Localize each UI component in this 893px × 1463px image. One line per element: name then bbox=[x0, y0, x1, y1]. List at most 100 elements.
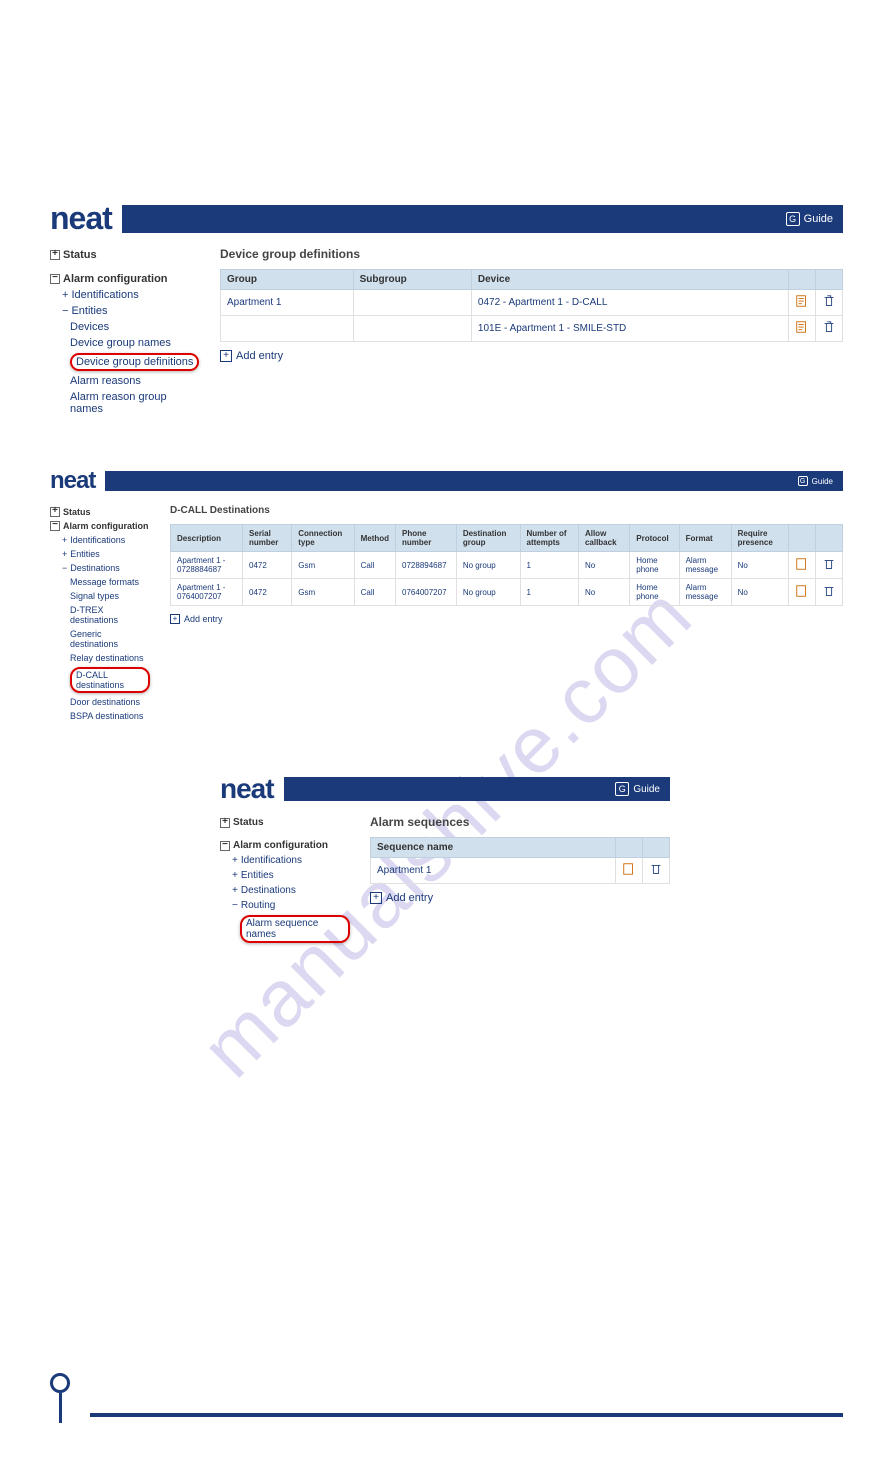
cell-allow-cb[interactable]: No bbox=[578, 552, 629, 579]
main-content: D-CALL Destinations Description Serial n… bbox=[170, 505, 843, 723]
cell-subgroup bbox=[353, 316, 471, 342]
cell-attempts[interactable]: 1 bbox=[520, 552, 578, 579]
trash-icon[interactable] bbox=[822, 294, 836, 308]
cell-allow-cb[interactable]: No bbox=[578, 579, 629, 606]
header-bar: G Guide bbox=[105, 471, 843, 491]
cell-device[interactable]: 0472 - Apartment 1 - D-CALL bbox=[471, 290, 788, 316]
nav-devices[interactable]: Devices bbox=[50, 319, 200, 335]
cell-dest-group[interactable]: No group bbox=[456, 552, 520, 579]
trash-icon[interactable] bbox=[822, 557, 836, 571]
nav-alarm-sequence-names[interactable]: Alarm sequence names bbox=[220, 913, 350, 945]
nav-message-formats[interactable]: Message formats bbox=[50, 575, 150, 589]
nav-relay-destinations[interactable]: Relay destinations bbox=[50, 651, 150, 665]
col-format: Format bbox=[679, 525, 731, 552]
nav-identifications[interactable]: + Identifications bbox=[50, 533, 150, 547]
cell-format[interactable]: Alarm message bbox=[679, 552, 731, 579]
cell-phone[interactable]: 0764007207 bbox=[396, 579, 457, 606]
nav-status[interactable]: +Status bbox=[50, 247, 200, 263]
nav-alarm-configuration[interactable]: −Alarm configuration bbox=[50, 271, 200, 287]
cell-dest-group[interactable]: No group bbox=[456, 579, 520, 606]
header-bar: G Guide bbox=[122, 205, 843, 233]
plus-icon: + bbox=[62, 289, 68, 301]
edit-icon[interactable] bbox=[795, 557, 809, 571]
nav-status[interactable]: +Status bbox=[220, 815, 350, 830]
nav-identifications[interactable]: + Identifications bbox=[220, 853, 350, 868]
nav-dtrex-destinations[interactable]: D-TREX destinations bbox=[50, 603, 150, 627]
cell-attempts[interactable]: 1 bbox=[520, 579, 578, 606]
sidebar: +Status −Alarm configuration + Identific… bbox=[220, 815, 350, 945]
collapse-icon: − bbox=[220, 841, 230, 851]
nav-status[interactable]: +Status bbox=[50, 505, 150, 519]
nav-routing[interactable]: − Routing bbox=[220, 898, 350, 913]
col-attempts: Number of attempts bbox=[520, 525, 578, 552]
nav-alarm-reasons[interactable]: Alarm reasons bbox=[50, 373, 200, 389]
nav-door-destinations[interactable]: Door destinations bbox=[50, 695, 150, 709]
guide-button[interactable]: G Guide bbox=[615, 782, 660, 796]
cell-conn-type[interactable]: Gsm bbox=[292, 552, 354, 579]
highlight-annotation: Alarm sequence names bbox=[240, 915, 350, 943]
col-allow-cb: Allow callback bbox=[578, 525, 629, 552]
cell-require[interactable]: No bbox=[731, 579, 788, 606]
col-subgroup: Subgroup bbox=[353, 270, 471, 290]
col-delete bbox=[643, 838, 670, 858]
cell-require[interactable]: No bbox=[731, 552, 788, 579]
guide-button[interactable]: G Guide bbox=[786, 212, 833, 226]
cell-serial[interactable]: 0472 bbox=[243, 579, 292, 606]
trash-icon[interactable] bbox=[822, 320, 836, 334]
nav-dcall-destinations[interactable]: D-CALL destinations bbox=[50, 665, 150, 695]
nav-destinations[interactable]: − Destinations bbox=[50, 561, 150, 575]
section-dcall-destinations: neat G Guide +Status −Alarm configuratio… bbox=[0, 467, 893, 723]
col-group: Group bbox=[221, 270, 354, 290]
cell-description[interactable]: Apartment 1 - 0728884687 bbox=[171, 552, 243, 579]
nav-bspa-destinations[interactable]: BSPA destinations bbox=[50, 709, 150, 723]
add-entry-label: Add entry bbox=[184, 614, 223, 624]
nav-alarm-reason-groups[interactable]: Alarm reason group names bbox=[50, 389, 200, 417]
cell-serial[interactable]: 0472 bbox=[243, 552, 292, 579]
cell-sequence-name[interactable]: Apartment 1 bbox=[371, 858, 616, 884]
cell-method[interactable]: Call bbox=[354, 552, 395, 579]
col-require: Require presence bbox=[731, 525, 788, 552]
edit-icon[interactable] bbox=[795, 320, 809, 334]
nav-alarm-configuration[interactable]: −Alarm configuration bbox=[220, 838, 350, 853]
guide-label: Guide bbox=[633, 784, 660, 795]
nav-signal-types[interactable]: Signal types bbox=[50, 589, 150, 603]
header: neat G Guide bbox=[220, 773, 670, 805]
nav-entities[interactable]: + Entities bbox=[50, 547, 150, 561]
edit-icon[interactable] bbox=[795, 294, 809, 308]
nav-generic-destinations[interactable]: Generic destinations bbox=[50, 627, 150, 651]
cell-group[interactable]: Apartment 1 bbox=[221, 290, 354, 316]
nav-device-group-definitions[interactable]: Device group definitions bbox=[50, 351, 200, 373]
add-entry-button[interactable]: + Add entry bbox=[220, 350, 843, 362]
cell-conn-type[interactable]: Gsm bbox=[292, 579, 354, 606]
trash-icon[interactable] bbox=[649, 862, 663, 876]
col-delete bbox=[816, 525, 843, 552]
expand-icon: + bbox=[220, 818, 230, 828]
nav-alarm-configuration[interactable]: −Alarm configuration bbox=[50, 519, 150, 533]
cell-protocol[interactable]: Home phone bbox=[630, 552, 679, 579]
table-row: Apartment 1 bbox=[371, 858, 670, 884]
plus-icon: + bbox=[220, 350, 232, 362]
guide-icon: G bbox=[615, 782, 629, 796]
cell-method[interactable]: Call bbox=[354, 579, 395, 606]
col-delete bbox=[816, 270, 843, 290]
cell-phone[interactable]: 0728894687 bbox=[396, 552, 457, 579]
nav-identifications[interactable]: + Identifications bbox=[50, 287, 200, 303]
cell-protocol[interactable]: Home phone bbox=[630, 579, 679, 606]
add-entry-label: Add entry bbox=[386, 892, 433, 904]
cell-format[interactable]: Alarm message bbox=[679, 579, 731, 606]
page-title: Device group definitions bbox=[220, 247, 843, 261]
nav-device-group-names[interactable]: Device group names bbox=[50, 335, 200, 351]
sidebar: +Status −Alarm configuration + Identific… bbox=[50, 505, 150, 723]
trash-icon[interactable] bbox=[822, 584, 836, 598]
minus-icon: − bbox=[62, 305, 68, 317]
edit-icon[interactable] bbox=[795, 584, 809, 598]
nav-destinations[interactable]: + Destinations bbox=[220, 883, 350, 898]
add-entry-button[interactable]: + Add entry bbox=[170, 614, 843, 624]
cell-description[interactable]: Apartment 1 - 0764007207 bbox=[171, 579, 243, 606]
edit-icon[interactable] bbox=[622, 862, 636, 876]
guide-button[interactable]: G Guide bbox=[798, 476, 833, 486]
nav-entities[interactable]: + Entities bbox=[220, 868, 350, 883]
add-entry-button[interactable]: + Add entry bbox=[370, 892, 670, 904]
cell-device[interactable]: 101E - Apartment 1 - SMILE-STD bbox=[471, 316, 788, 342]
nav-entities[interactable]: − Entities bbox=[50, 303, 200, 319]
